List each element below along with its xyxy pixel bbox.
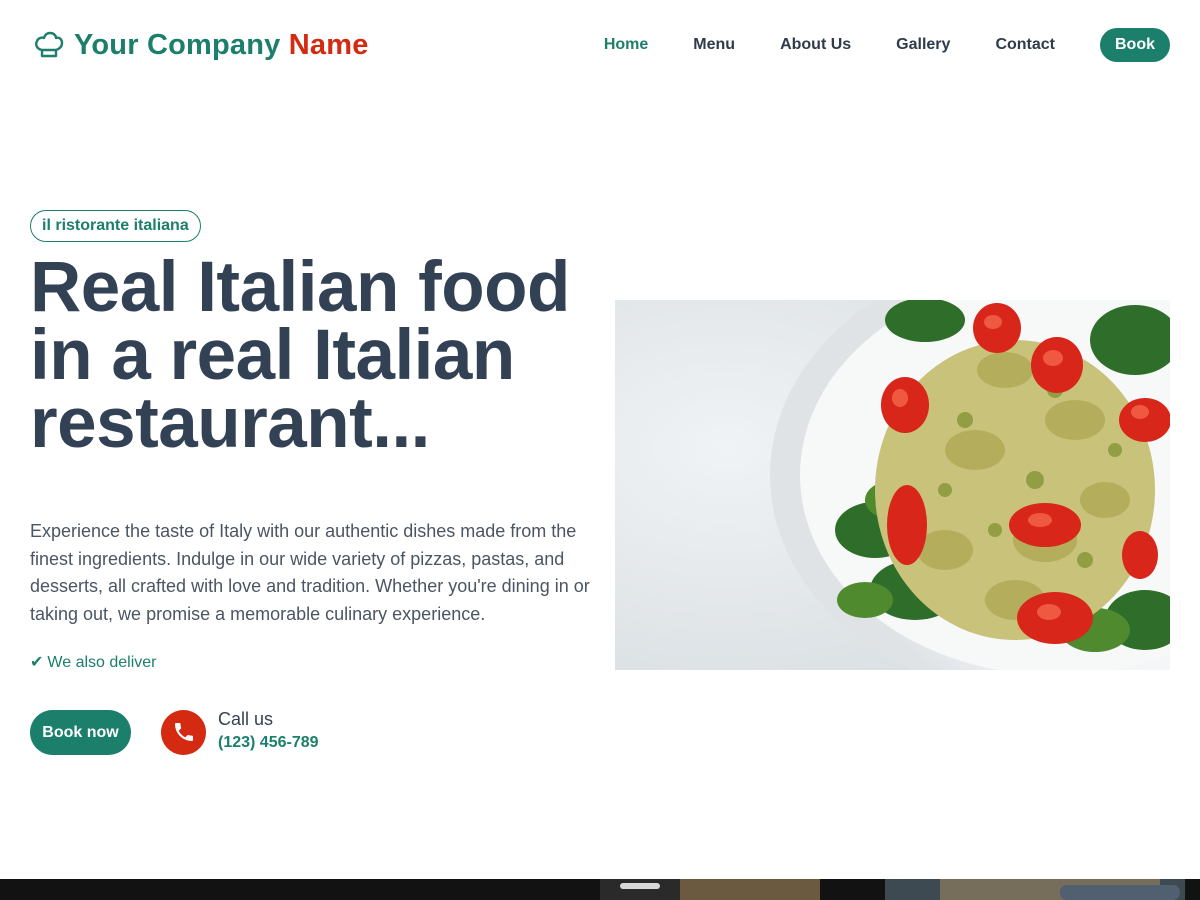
brand-name-primary: Your Company: [74, 28, 281, 61]
book-now-button[interactable]: Book now: [30, 710, 131, 755]
nav-contact[interactable]: Contact: [995, 28, 1055, 62]
delivery-text: We also deliver: [47, 654, 157, 671]
site-header: Your Company Name Home Menu About Us Gal…: [0, 0, 1200, 90]
checkmark-icon: ✔: [30, 654, 44, 671]
brand-logo[interactable]: Your Company Name: [34, 28, 369, 62]
brand-name-accent: Name: [288, 28, 369, 61]
phone-number[interactable]: (123) 456-789: [218, 730, 319, 756]
hero-food-image: [615, 300, 1170, 670]
brand-name: Your Company Name: [74, 29, 369, 62]
next-section-image: [0, 879, 1200, 900]
header-book-button[interactable]: Book: [1100, 28, 1170, 62]
nav-about-us[interactable]: About Us: [780, 28, 851, 62]
chef-hat-icon: [34, 28, 64, 62]
nav-gallery[interactable]: Gallery: [896, 28, 950, 62]
hero-description: Experience the taste of Italy with our a…: [30, 521, 590, 624]
call-text: Call us (123) 456-789: [218, 708, 319, 756]
phone-icon[interactable]: [161, 709, 206, 755]
main-nav: Home Menu About Us Gallery Contact Book: [559, 28, 1170, 62]
restaurant-badge: il ristorante italiana: [30, 210, 201, 242]
delivery-note: ✔ We also deliver: [30, 652, 157, 672]
call-label: Call us: [218, 709, 274, 729]
nav-home[interactable]: Home: [604, 28, 648, 62]
call-us-block[interactable]: Call us (123) 456-789: [161, 708, 319, 756]
hero-headline: Real Italian food in a real Italian rest…: [30, 248, 570, 463]
nav-menu[interactable]: Menu: [693, 28, 735, 62]
